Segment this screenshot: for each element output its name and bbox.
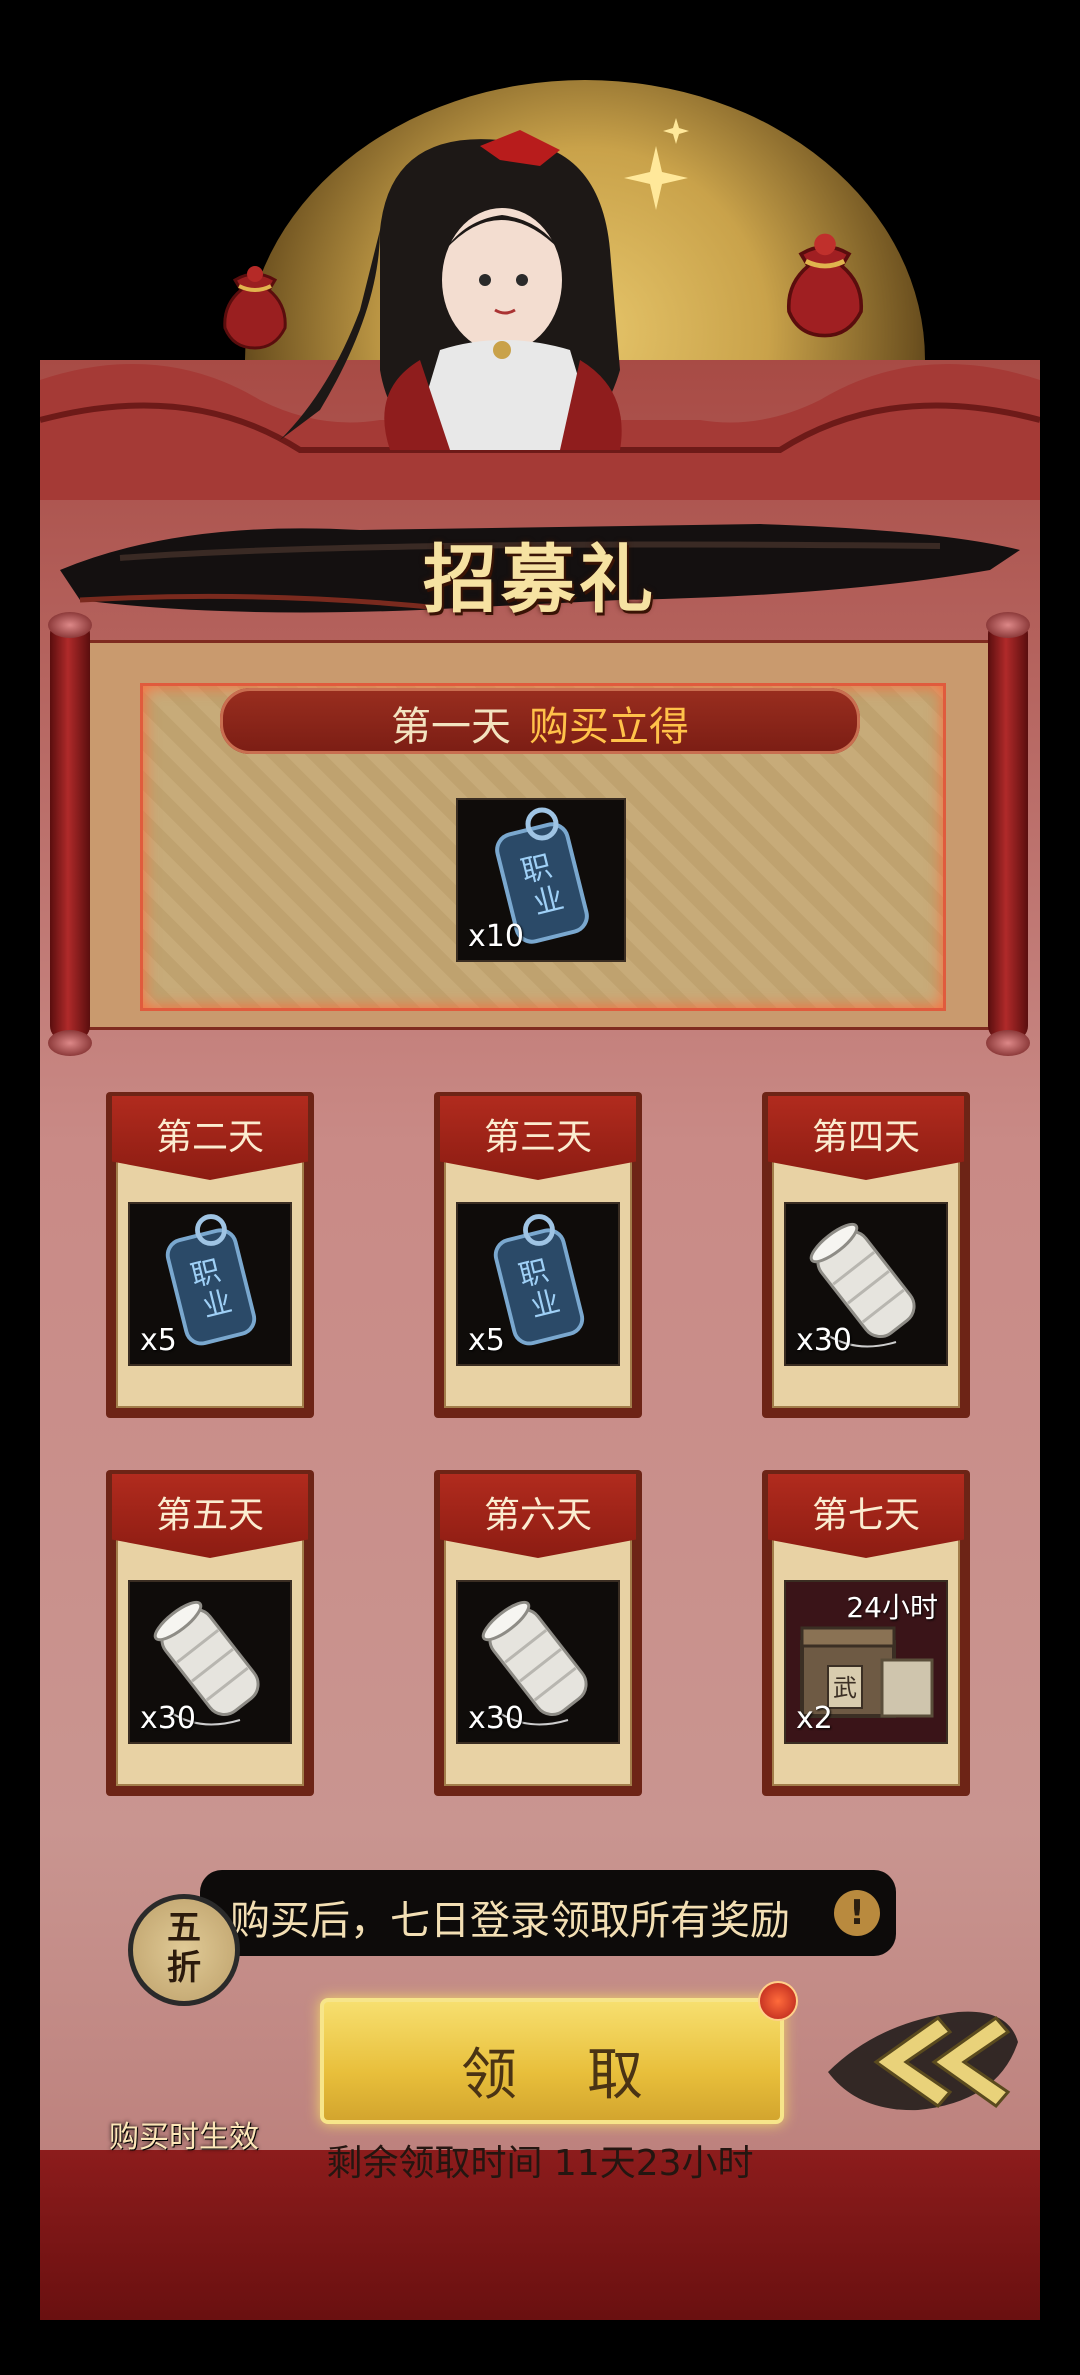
back-button[interactable] xyxy=(818,1982,1028,2122)
reward-item[interactable]: x30 xyxy=(128,1580,292,1744)
scroll-rod-right xyxy=(988,620,1028,1040)
notification-dot xyxy=(758,1981,798,2021)
day-label: 第五天 xyxy=(155,1495,264,1536)
reward-item[interactable]: x30 xyxy=(456,1580,620,1744)
duration-badge: 24小时 xyxy=(846,1591,938,1624)
svg-text:武: 武 xyxy=(833,1674,857,1702)
item-quantity: x5 xyxy=(468,1323,505,1358)
item-quantity: x30 xyxy=(796,1323,852,1358)
scroll-cap xyxy=(48,612,92,638)
discount-text: 五 折 xyxy=(128,1908,240,1988)
item-quantity: x30 xyxy=(140,1701,196,1736)
claim-button-label[interactable]: 领取 xyxy=(320,2030,784,2111)
scroll-cap xyxy=(986,1030,1030,1056)
info-icon[interactable]: ! xyxy=(834,1890,880,1936)
scroll-cap xyxy=(986,612,1030,638)
remaining-time: 剩余领取时间 11天23小时 xyxy=(326,2143,754,2184)
discount-line2: 折 xyxy=(167,1948,201,1988)
day-label: 第四天 xyxy=(811,1117,920,1158)
day1-highlight: 购买立得 xyxy=(529,704,689,750)
day-card[interactable]: 第六天 x30 xyxy=(434,1470,642,1796)
info-text: 购买后，七日登录领取所有奖励 xyxy=(230,1898,790,1944)
day1-reward-item[interactable]: 职 业 x10 xyxy=(456,798,626,962)
item-quantity: x30 xyxy=(468,1701,524,1736)
item-quantity: x5 xyxy=(140,1323,177,1358)
day-label: 第七天 xyxy=(811,1495,920,1536)
day1-title: 第一天 购买立得 xyxy=(220,694,860,752)
reward-item[interactable]: 武 24小时 x2 xyxy=(784,1580,948,1744)
day-card[interactable]: 第二天职业 x5 xyxy=(106,1092,314,1418)
reward-item[interactable]: x30 xyxy=(784,1202,948,1366)
day-label: 第三天 xyxy=(483,1117,592,1158)
day-label: 第二天 xyxy=(155,1117,264,1158)
item-quantity: x10 xyxy=(468,919,524,954)
discount-line1: 五 xyxy=(167,1908,201,1948)
day-card[interactable]: 第四天 x30 xyxy=(762,1092,970,1418)
item-quantity: x2 xyxy=(796,1701,833,1736)
sparkle-icon xyxy=(624,118,689,210)
day-card[interactable]: 第五天 x30 xyxy=(106,1470,314,1796)
scroll-rod-left xyxy=(50,620,90,1040)
day1-label: 第一天 xyxy=(391,704,511,750)
page-title: 招募礼 xyxy=(423,537,657,623)
reward-item[interactable]: 职业 x5 xyxy=(456,1202,620,1366)
heroine-portrait xyxy=(280,130,622,450)
day-card[interactable]: 第七天武 24小时 x2 xyxy=(762,1470,970,1796)
reward-item[interactable]: 职业 x5 xyxy=(128,1202,292,1366)
scroll-cap xyxy=(48,1030,92,1056)
day-label: 第六天 xyxy=(483,1495,592,1536)
day-card[interactable]: 第三天职业 x5 xyxy=(434,1092,642,1418)
recruit-gift-screen: { "title": "招募礼", "day1": { "label": "第一… xyxy=(0,0,1080,2375)
